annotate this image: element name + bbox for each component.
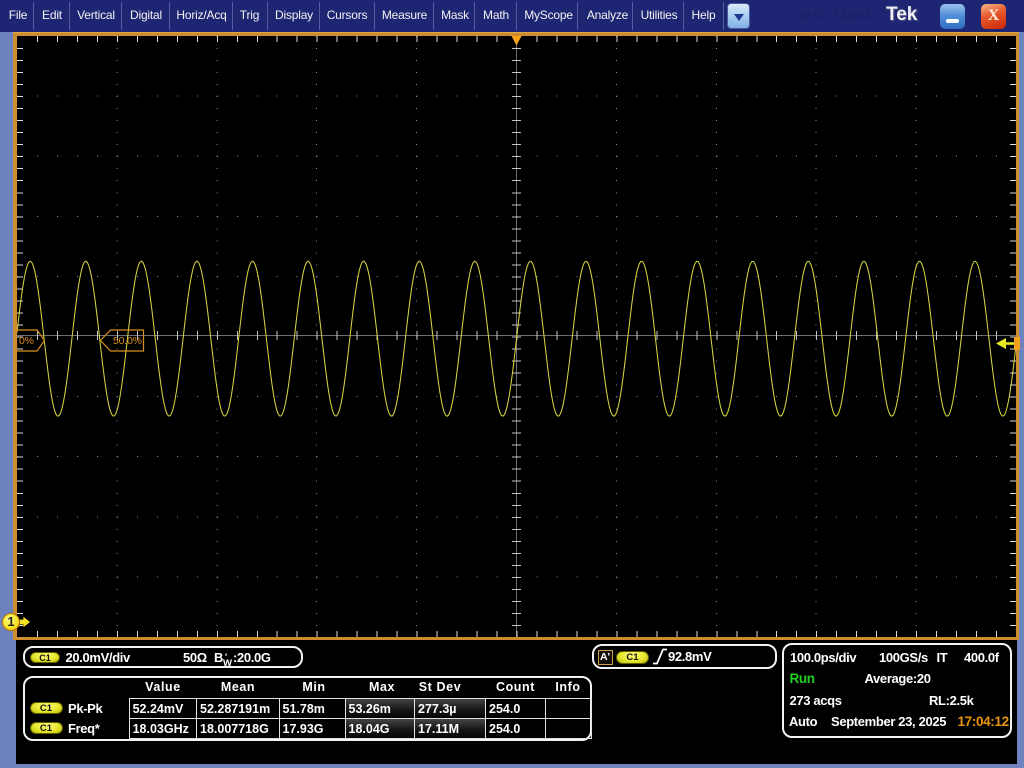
svg-text:50.0%: 50.0% — [113, 335, 142, 347]
svg-text:0%: 0% — [19, 335, 34, 347]
